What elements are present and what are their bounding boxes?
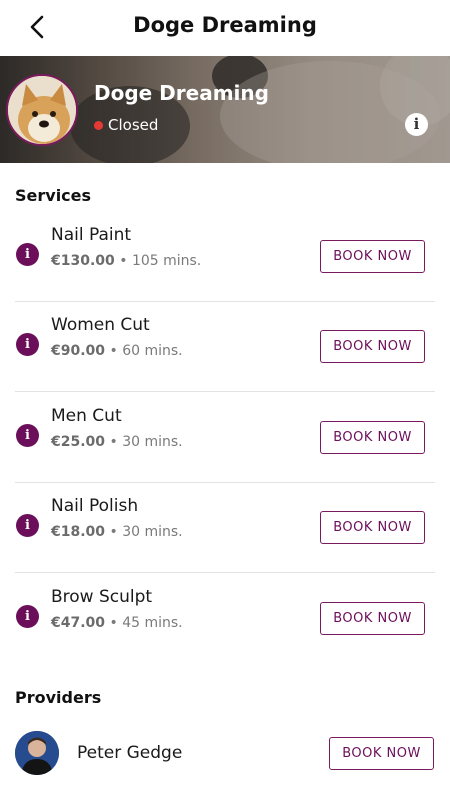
page-title: Doge Dreaming <box>133 13 317 37</box>
service-info-button[interactable]: i <box>16 514 39 537</box>
book-now-button[interactable]: BOOK NOW <box>329 737 434 770</box>
shop-banner: Doge Dreaming Closed i <box>0 56 450 163</box>
row-divider <box>15 572 435 573</box>
meta-separator: • <box>109 343 118 359</box>
book-now-button[interactable]: BOOK NOW <box>320 421 425 454</box>
book-now-button[interactable]: BOOK NOW <box>320 330 425 363</box>
service-name: Nail Polish <box>51 496 139 516</box>
service-meta: €18.00 • 30 mins. <box>51 524 183 540</box>
meta-separator: • <box>119 253 128 269</box>
service-duration: 105 mins. <box>131 253 202 269</box>
service-row: i Women Cut €90.00 • 60 mins. BOOK NOW <box>0 302 450 392</box>
provider-name: Peter Gedge <box>77 743 183 763</box>
row-divider <box>15 391 435 392</box>
service-info-button[interactable]: i <box>16 243 39 266</box>
service-info-button[interactable]: i <box>16 333 39 356</box>
service-meta: €130.00 • 105 mins. <box>51 253 201 269</box>
book-now-button[interactable]: BOOK NOW <box>320 240 425 273</box>
provider-row: Peter Gedge BOOK NOW <box>0 726 450 786</box>
service-name: Men Cut <box>51 406 122 426</box>
service-info-button[interactable]: i <box>16 605 39 628</box>
status-label: Closed <box>108 116 159 134</box>
service-price: €130.00 <box>51 253 115 269</box>
service-price: €18.00 <box>51 524 106 540</box>
shop-name: Doge Dreaming <box>94 81 269 105</box>
info-icon: i <box>25 518 30 533</box>
shop-info-button[interactable]: i <box>405 113 428 136</box>
service-duration: 45 mins. <box>122 615 183 631</box>
service-row: i Men Cut €25.00 • 30 mins. BOOK NOW <box>0 393 450 483</box>
info-icon: i <box>25 428 30 443</box>
service-price: €90.00 <box>51 343 106 359</box>
service-name: Nail Paint <box>51 225 132 245</box>
services-heading: Services <box>15 186 92 205</box>
service-name: Brow Sculpt <box>51 587 153 607</box>
service-name: Women Cut <box>51 315 150 335</box>
service-price: €47.00 <box>51 615 106 631</box>
info-icon: i <box>25 609 30 624</box>
status-dot-icon <box>94 120 103 130</box>
service-duration: 30 mins. <box>122 524 183 540</box>
service-row: i Nail Polish €18.00 • 30 mins. BOOK NOW <box>0 483 450 573</box>
service-info-button[interactable]: i <box>16 424 39 447</box>
info-icon: i <box>25 247 30 262</box>
service-row: i Brow Sculpt €47.00 • 45 mins. BOOK NOW <box>0 574 450 664</box>
providers-heading: Providers <box>15 688 102 707</box>
book-now-button[interactable]: BOOK NOW <box>320 511 425 544</box>
service-meta: €25.00 • 30 mins. <box>51 434 183 450</box>
service-price: €25.00 <box>51 434 106 450</box>
service-duration: 30 mins. <box>122 434 183 450</box>
book-now-button[interactable]: BOOK NOW <box>320 602 425 635</box>
top-bar: Doge Dreaming <box>0 0 450 56</box>
meta-separator: • <box>109 615 118 631</box>
info-icon: i <box>25 337 30 352</box>
provider-avatar <box>15 731 59 775</box>
meta-separator: • <box>109 434 118 450</box>
service-row: i Nail Paint €130.00 • 105 mins. BOOK NO… <box>0 212 450 302</box>
meta-separator: • <box>109 524 118 540</box>
info-icon: i <box>413 115 420 133</box>
shop-status: Closed <box>94 116 158 134</box>
shop-avatar <box>6 74 78 146</box>
service-meta: €90.00 • 60 mins. <box>51 343 183 359</box>
service-meta: €47.00 • 45 mins. <box>51 615 183 631</box>
service-duration: 60 mins. <box>122 343 183 359</box>
